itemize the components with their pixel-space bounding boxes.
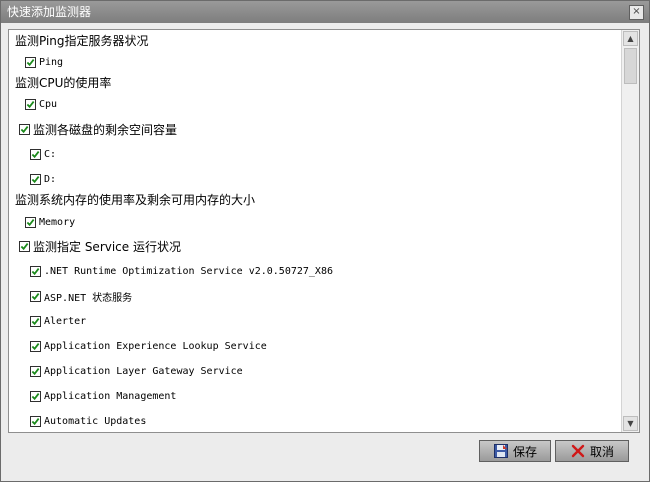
checkbox-label: .NET Runtime Optimization Service v2.0.5… (44, 265, 333, 277)
checkbox-checked[interactable] (30, 365, 41, 377)
checkbox-row-service[interactable]: Application Layer Gateway Service (30, 361, 243, 381)
checkbox-checked[interactable] (30, 390, 41, 402)
checkbox-label: C: (44, 148, 57, 160)
checkbox-checked[interactable] (30, 173, 41, 185)
checkbox-checked[interactable] (25, 216, 36, 228)
dialog-window: 快速添加监测器 × 监测Ping指定服务器状况 Ping 监测CPU的使用率 C… (0, 0, 650, 482)
save-button-label: 保存 (512, 444, 537, 459)
checkbox-checked[interactable] (30, 290, 41, 302)
checkbox-row-ping[interactable]: Ping (25, 52, 63, 72)
checkbox-row-drive-c[interactable]: C: (30, 144, 56, 164)
checkbox-checked[interactable] (19, 123, 30, 135)
save-button[interactable]: 保存 (479, 440, 551, 462)
monitor-list: 监测Ping指定服务器状况 Ping 监测CPU的使用率 Cpu 监测各磁盘的剩… (9, 30, 621, 432)
title-bar[interactable]: 快速添加监测器 × (1, 1, 649, 23)
checkbox-checked[interactable] (30, 148, 41, 160)
checkmark-icon (31, 317, 40, 325)
checkmark-icon (31, 292, 40, 300)
checkbox-row-service[interactable]: Application Management (30, 386, 176, 406)
checkbox-row-drive-d[interactable]: D: (30, 169, 56, 189)
checkmark-icon (31, 392, 40, 400)
checkbox-label: 监测各磁盘的剩余空间容量 (33, 122, 178, 137)
checkbox-row-service[interactable]: Alerter (30, 311, 86, 331)
scroll-up-button[interactable]: ▲ (623, 31, 638, 46)
group-heading-memory: 监测系统内存的使用率及剩余可用内存的大小 (15, 192, 256, 207)
checkbox-label: Alerter (44, 315, 87, 327)
checkbox-row-service[interactable]: .NET Runtime Optimization Service v2.0.5… (30, 261, 333, 281)
checkbox-label: Ping (39, 56, 64, 68)
group-heading-ping: 监测Ping指定服务器状况 (15, 33, 149, 48)
checkmark-icon (26, 218, 35, 226)
close-button[interactable]: × (629, 5, 644, 20)
save-icon (493, 444, 508, 458)
checkmark-icon (31, 367, 40, 375)
checkmark-icon (20, 242, 29, 250)
checkbox-label: 监测指定 Service 运行状况 (33, 239, 181, 254)
checkmark-icon (31, 342, 40, 350)
checkmark-icon (26, 100, 35, 108)
checkmark-icon (31, 150, 40, 158)
scroll-down-button[interactable]: ▼ (623, 416, 638, 431)
checkbox-label: ASP.NET 状态服务 (44, 292, 133, 304)
checkbox-checked[interactable] (25, 56, 36, 68)
checkbox-label: Application Management (44, 390, 177, 402)
vertical-scrollbar[interactable]: ▲ ▼ (621, 30, 639, 432)
checkbox-checked[interactable] (19, 240, 30, 252)
checkbox-checked[interactable] (30, 415, 41, 427)
checkbox-row-service[interactable]: Application Experience Lookup Service (30, 336, 267, 356)
checkmark-icon (31, 417, 40, 425)
checkbox-label: Application Layer Gateway Service (44, 365, 243, 377)
checkbox-checked[interactable] (30, 265, 41, 277)
scroll-thumb[interactable] (624, 48, 637, 84)
checkbox-label: Application Experience Lookup Service (44, 340, 267, 352)
cancel-button[interactable]: 取消 (555, 440, 629, 462)
checkbox-checked[interactable] (25, 98, 36, 110)
checkbox-checked[interactable] (30, 315, 41, 327)
checkbox-label: D: (44, 173, 57, 185)
cancel-button-label: 取消 (589, 444, 614, 459)
close-x-icon (571, 444, 585, 458)
checkbox-row-disk-heading[interactable]: 监测各磁盘的剩余空间容量 (19, 119, 177, 139)
checkbox-checked[interactable] (30, 340, 41, 352)
group-heading-cpu: 监测CPU的使用率 (15, 75, 112, 90)
checkbox-label: Cpu (39, 98, 58, 110)
checkbox-row-cpu[interactable]: Cpu (25, 94, 57, 114)
monitor-list-panel: 监测Ping指定服务器状况 Ping 监测CPU的使用率 Cpu 监测各磁盘的剩… (8, 29, 640, 433)
checkmark-icon (20, 125, 29, 133)
checkbox-row-service-heading[interactable]: 监测指定 Service 运行状况 (19, 236, 181, 256)
checkbox-label: Automatic Updates (44, 415, 147, 427)
checkbox-row-memory[interactable]: Memory (25, 212, 75, 232)
checkmark-icon (31, 267, 40, 275)
checkbox-row-service[interactable]: Automatic Updates (30, 411, 146, 431)
checkbox-row-service[interactable]: ASP.NET 状态服务 (30, 286, 132, 306)
dialog-title: 快速添加监测器 (7, 5, 92, 19)
checkbox-label: Memory (39, 216, 76, 228)
checkmark-icon (31, 175, 40, 183)
checkmark-icon (26, 58, 35, 66)
